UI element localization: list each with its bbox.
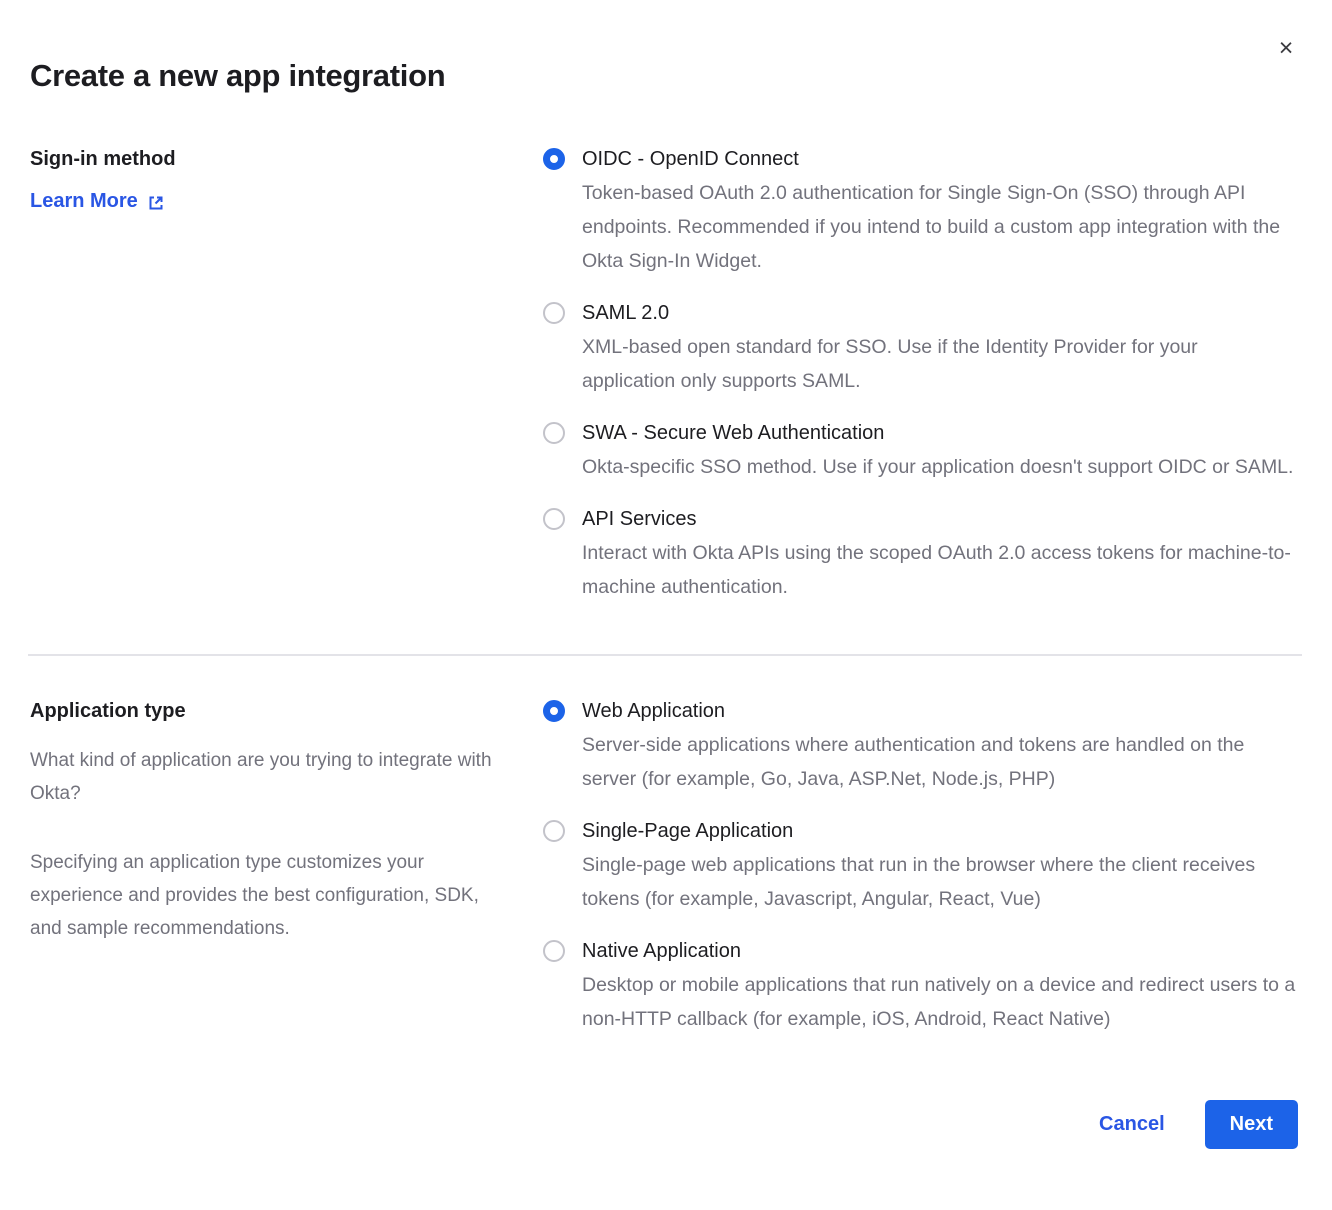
signin-method-label: Sign-in method xyxy=(30,142,503,176)
application-type-left-col: Application type What kind of applicatio… xyxy=(30,694,543,945)
learn-more-label: Learn More xyxy=(30,190,138,213)
option-label-web-application: Web Application xyxy=(582,694,1296,728)
option-text: SWA - Secure Web Authentication Okta-spe… xyxy=(582,416,1293,484)
option-text: Single-Page Application Single-page web … xyxy=(582,814,1296,916)
option-text: API Services Interact with Okta APIs usi… xyxy=(582,502,1296,604)
option-desc-api-services: Interact with Okta APIs using the scoped… xyxy=(582,536,1296,604)
close-icon[interactable]: × xyxy=(1272,34,1300,62)
signin-method-left-col: Sign-in method Learn More xyxy=(30,142,543,213)
radio-icon-swa[interactable] xyxy=(543,422,565,444)
option-label-native-application: Native Application xyxy=(582,934,1296,968)
radio-option-api-services[interactable]: API Services Interact with Okta APIs usi… xyxy=(543,502,1302,604)
create-app-integration-dialog: × Create a new app integration Sign-in m… xyxy=(0,0,1332,1210)
radio-icon-oidc[interactable] xyxy=(543,148,565,170)
radio-option-saml[interactable]: SAML 2.0 XML-based open standard for SSO… xyxy=(543,296,1302,398)
option-label-saml: SAML 2.0 xyxy=(582,296,1296,330)
learn-more-link[interactable]: Learn More xyxy=(30,190,165,213)
cancel-button[interactable]: Cancel xyxy=(1099,1113,1165,1136)
application-type-help-text: Specifying an application type customize… xyxy=(30,846,502,945)
signin-method-section: Sign-in method Learn More OIDC - OpenID … xyxy=(30,142,1302,622)
dialog-footer: Cancel Next xyxy=(30,1100,1302,1149)
radio-option-web-application[interactable]: Web Application Server-side applications… xyxy=(543,694,1302,796)
application-type-label: Application type xyxy=(30,694,503,728)
signin-method-options: OIDC - OpenID Connect Token-based OAuth … xyxy=(543,142,1302,622)
radio-icon-single-page-application[interactable] xyxy=(543,820,565,842)
radio-option-swa[interactable]: SWA - Secure Web Authentication Okta-spe… xyxy=(543,416,1302,484)
radio-icon-web-application[interactable] xyxy=(543,700,565,722)
application-type-section: Application type What kind of applicatio… xyxy=(30,694,1302,1054)
application-type-options: Web Application Server-side applications… xyxy=(543,694,1302,1054)
next-button[interactable]: Next xyxy=(1205,1100,1298,1149)
option-text: Web Application Server-side applications… xyxy=(582,694,1296,796)
option-desc-web-application: Server-side applications where authentic… xyxy=(582,728,1296,796)
option-desc-oidc: Token-based OAuth 2.0 authentication for… xyxy=(582,176,1296,278)
radio-icon-native-application[interactable] xyxy=(543,940,565,962)
radio-option-native-application[interactable]: Native Application Desktop or mobile app… xyxy=(543,934,1302,1036)
section-divider xyxy=(28,654,1302,656)
option-text: SAML 2.0 XML-based open standard for SSO… xyxy=(582,296,1296,398)
page-title: Create a new app integration xyxy=(30,56,1302,96)
radio-option-single-page-application[interactable]: Single-Page Application Single-page web … xyxy=(543,814,1302,916)
option-desc-native-application: Desktop or mobile applications that run … xyxy=(582,968,1296,1036)
option-desc-single-page-application: Single-page web applications that run in… xyxy=(582,848,1296,916)
option-desc-saml: XML-based open standard for SSO. Use if … xyxy=(582,330,1296,398)
radio-icon-api-services[interactable] xyxy=(543,508,565,530)
option-label-api-services: API Services xyxy=(582,502,1296,536)
option-label-single-page-application: Single-Page Application xyxy=(582,814,1296,848)
option-text: Native Application Desktop or mobile app… xyxy=(582,934,1296,1036)
application-type-question: What kind of application are you trying … xyxy=(30,744,502,810)
option-label-oidc: OIDC - OpenID Connect xyxy=(582,142,1296,176)
option-label-swa: SWA - Secure Web Authentication xyxy=(582,416,1293,450)
radio-icon-saml[interactable] xyxy=(543,302,565,324)
radio-option-oidc[interactable]: OIDC - OpenID Connect Token-based OAuth … xyxy=(543,142,1302,278)
option-text: OIDC - OpenID Connect Token-based OAuth … xyxy=(582,142,1296,278)
option-desc-swa: Okta-specific SSO method. Use if your ap… xyxy=(582,450,1293,484)
external-link-icon xyxy=(147,194,165,212)
